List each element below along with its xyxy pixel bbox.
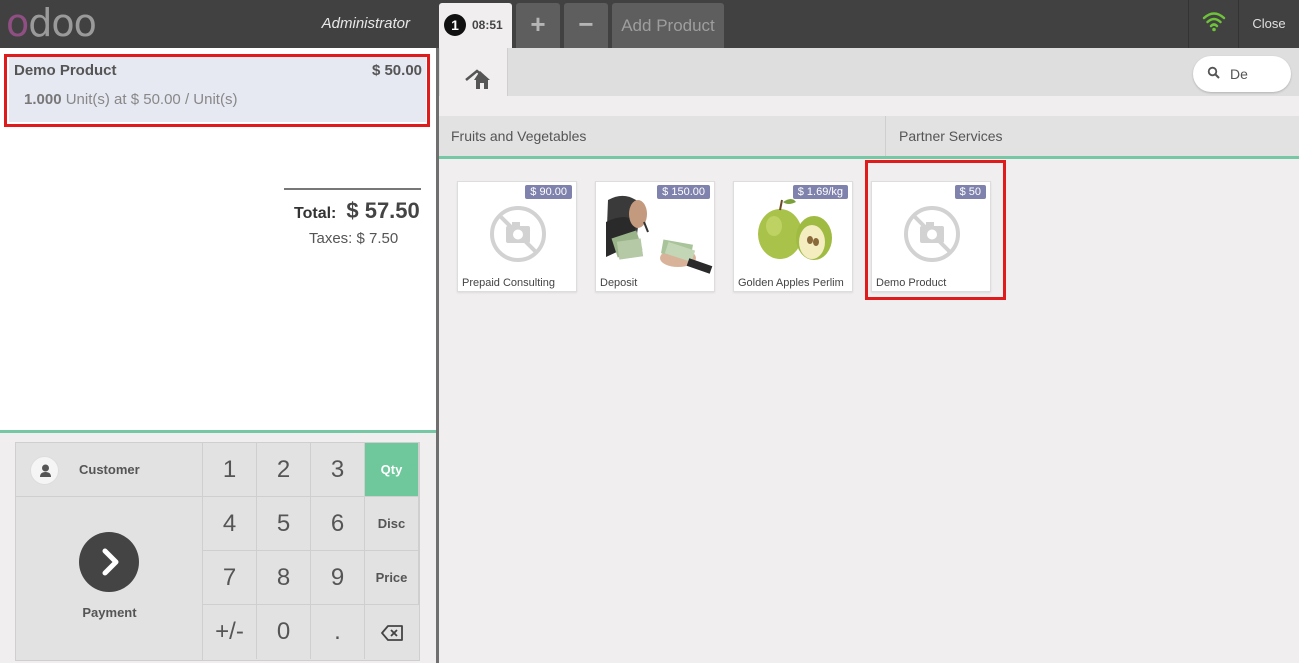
customer-label: Customer — [79, 462, 140, 477]
control-pad: Customer Payment 1 2 3 Qty 4 5 6 Disc 7 … — [0, 430, 436, 663]
top-bar: odoo Administrator 1 08:51 + − Add Produ… — [0, 0, 1299, 48]
mode-disc-button[interactable]: Disc — [365, 497, 419, 551]
search-icon — [1207, 66, 1220, 79]
search-input[interactable] — [1230, 64, 1285, 84]
product-highlight — [865, 160, 1006, 300]
key-4[interactable]: 4 — [203, 497, 257, 551]
product-name: Golden Apples Perlim — [738, 277, 844, 289]
key-0[interactable]: 0 — [257, 605, 311, 659]
order-taxes: Taxes: $ 7.50 — [309, 230, 399, 247]
breadcrumb-bar — [439, 48, 1299, 96]
category-partner-services[interactable]: Partner Services — [887, 116, 1299, 156]
category-fruits-vegetables[interactable]: Fruits and Vegetables — [439, 116, 886, 156]
product-search[interactable] — [1193, 56, 1291, 92]
backspace-button[interactable] — [365, 605, 419, 659]
total-value: $ 57.50 — [346, 198, 420, 223]
delete-order-button[interactable]: − — [564, 3, 608, 48]
key-decimal[interactable]: . — [311, 605, 365, 659]
key-3[interactable]: 3 — [311, 443, 365, 497]
home-icon — [465, 69, 490, 89]
close-button[interactable]: Close — [1238, 0, 1299, 48]
order-total: Total: $ 57.50 — [294, 198, 420, 224]
wifi-icon — [1188, 0, 1238, 48]
numpad-box: Customer Payment 1 2 3 Qty 4 5 6 Disc 7 … — [15, 442, 420, 661]
key-8[interactable]: 8 — [257, 551, 311, 605]
product-name: Deposit — [600, 277, 638, 289]
key-2[interactable]: 2 — [257, 443, 311, 497]
product-card[interactable]: $ 150.00 Deposit — [595, 181, 715, 292]
new-order-button[interactable]: + — [516, 3, 560, 48]
product-pane: Fruits and Vegetables Partner Services $… — [439, 48, 1299, 663]
key-6[interactable]: 6 — [311, 497, 365, 551]
customer-button[interactable]: Customer — [16, 443, 203, 497]
key-9[interactable]: 9 — [311, 551, 365, 605]
product-price-badge: $ 90.00 — [525, 185, 572, 199]
category-bar: Fruits and Vegetables Partner Services — [439, 116, 1299, 159]
total-label: Total: — [294, 205, 337, 222]
key-7[interactable]: 7 — [203, 551, 257, 605]
product-card[interactable]: $ 1.69/kg Golden Apples Perlim — [733, 181, 853, 292]
key-1[interactable]: 1 — [203, 443, 257, 497]
product-card[interactable]: $ 90.00 Prepaid Consulting — [457, 181, 577, 292]
mode-qty-button[interactable]: Qty — [365, 443, 419, 497]
home-breadcrumb[interactable] — [440, 48, 508, 96]
product-price-badge: $ 1.69/kg — [792, 185, 848, 199]
backspace-icon — [381, 624, 403, 641]
chevron-right-icon — [79, 532, 139, 592]
cashier-name[interactable]: Administrator — [300, 15, 410, 32]
key-5[interactable]: 5 — [257, 497, 311, 551]
product-price-badge: $ 150.00 — [657, 185, 710, 199]
order-time: 08:51 — [472, 18, 503, 32]
order-number-badge: 1 — [444, 14, 466, 36]
add-product-button[interactable]: Add Product — [612, 3, 724, 48]
key-plus-minus[interactable]: +/- — [203, 605, 257, 659]
customer-avatar-icon — [30, 456, 59, 485]
order-line-highlight — [4, 54, 430, 127]
mode-price-button[interactable]: Price — [365, 551, 419, 605]
payment-button[interactable]: Payment — [16, 497, 203, 661]
odoo-logo: odoo — [6, 1, 97, 45]
payment-label: Payment — [82, 605, 137, 620]
product-name: Prepaid Consulting — [462, 277, 555, 289]
order-tab[interactable]: 1 08:51 — [439, 3, 512, 48]
summary-divider — [284, 188, 421, 190]
